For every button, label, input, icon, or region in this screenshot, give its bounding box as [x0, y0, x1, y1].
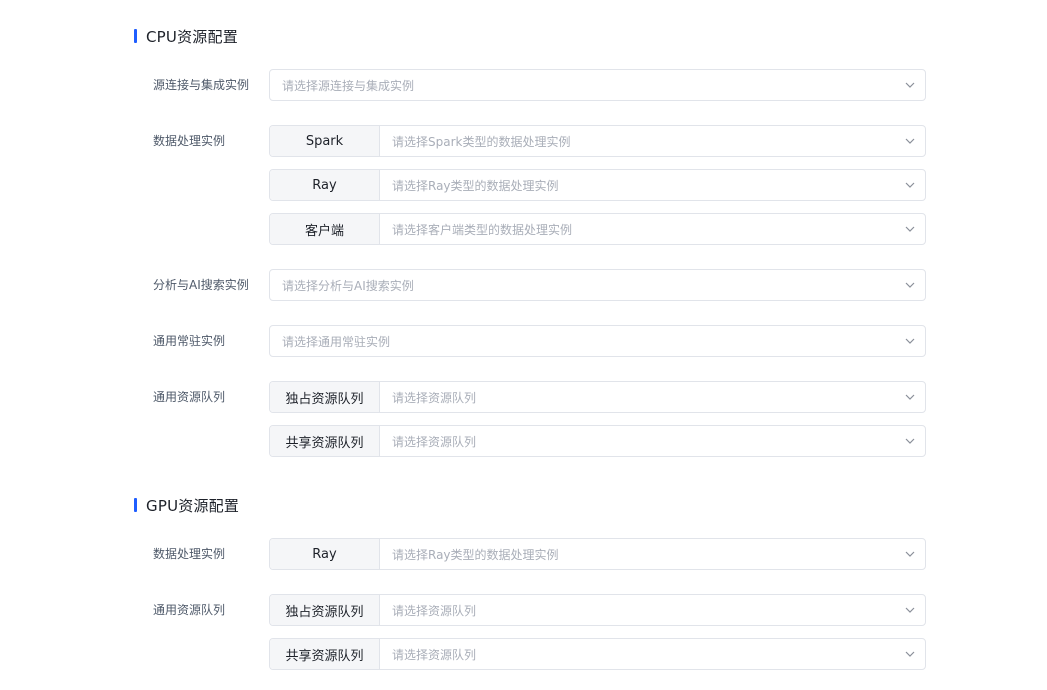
chevron-down-icon	[895, 170, 925, 200]
chevron-down-icon	[895, 270, 925, 300]
resident-instance-select[interactable]: 请选择通用常驻实例	[269, 325, 926, 357]
shared-queue-addon: 共享资源队列	[270, 426, 380, 456]
section-accent-bar	[134, 29, 137, 43]
gpu-section-title: GPU资源配置	[134, 495, 239, 515]
gpu-ray-instance-select[interactable]: Ray 请选择Ray类型的数据处理实例	[269, 538, 926, 570]
source-instance-label: 源连接与集成实例	[153, 78, 250, 92]
ray-instance-select[interactable]: Ray 请选择Ray类型的数据处理实例	[269, 169, 926, 201]
chevron-down-icon	[895, 70, 925, 100]
ray-addon: Ray	[270, 170, 380, 200]
gpu-shared-queue-addon: 共享资源队列	[270, 639, 380, 669]
spark-addon: Spark	[270, 126, 380, 156]
exclusive-queue-addon: 独占资源队列	[270, 382, 380, 412]
ray-instance-placeholder: 请选择Ray类型的数据处理实例	[392, 178, 559, 193]
section-accent-bar	[134, 498, 137, 512]
chevron-down-icon	[895, 382, 925, 412]
chevron-down-icon	[895, 426, 925, 456]
gpu-ray-instance-placeholder: 请选择Ray类型的数据处理实例	[392, 547, 559, 562]
gpu-shared-queue-placeholder: 请选择资源队列	[392, 647, 477, 662]
chevron-down-icon	[895, 214, 925, 244]
gpu-exclusive-queue-addon: 独占资源队列	[270, 595, 380, 625]
analysis-instance-select[interactable]: 请选择分析与AI搜索实例	[269, 269, 926, 301]
resident-instance-placeholder: 请选择通用常驻实例	[282, 334, 391, 349]
gpu-shared-queue-select[interactable]: 共享资源队列 请选择资源队列	[269, 638, 926, 670]
chevron-down-icon	[895, 639, 925, 669]
exclusive-queue-select[interactable]: 独占资源队列 请选择资源队列	[269, 381, 926, 413]
resident-instance-label: 通用常驻实例	[153, 334, 226, 348]
source-instance-placeholder: 请选择源连接与集成实例	[282, 78, 415, 93]
source-instance-select[interactable]: 请选择源连接与集成实例	[269, 69, 926, 101]
spark-instance-placeholder: 请选择Spark类型的数据处理实例	[392, 134, 571, 149]
chevron-down-icon	[895, 539, 925, 569]
gpu-section-title-text: GPU资源配置	[146, 496, 240, 515]
client-instance-placeholder: 请选择客户端类型的数据处理实例	[392, 222, 573, 237]
shared-queue-select[interactable]: 共享资源队列 请选择资源队列	[269, 425, 926, 457]
gpu-processing-instance-label: 数据处理实例	[153, 547, 226, 561]
client-instance-select[interactable]: 客户端 请选择客户端类型的数据处理实例	[269, 213, 926, 245]
resource-config-page: CPU资源配置 源连接与集成实例 请选择源连接与集成实例 数据处理实例 Spar…	[0, 0, 1047, 690]
cpu-section-title-text: CPU资源配置	[146, 27, 238, 46]
spark-instance-select[interactable]: Spark 请选择Spark类型的数据处理实例	[269, 125, 926, 157]
analysis-instance-placeholder: 请选择分析与AI搜索实例	[282, 278, 414, 293]
gpu-exclusive-queue-select[interactable]: 独占资源队列 请选择资源队列	[269, 594, 926, 626]
client-addon: 客户端	[270, 214, 380, 244]
processing-instance-label: 数据处理实例	[153, 134, 226, 148]
shared-queue-placeholder: 请选择资源队列	[392, 434, 477, 449]
resource-queue-label: 通用资源队列	[153, 390, 226, 404]
gpu-exclusive-queue-placeholder: 请选择资源队列	[392, 603, 477, 618]
cpu-section-title: CPU资源配置	[134, 26, 238, 46]
chevron-down-icon	[895, 326, 925, 356]
gpu-resource-queue-label: 通用资源队列	[153, 603, 226, 617]
gpu-ray-addon: Ray	[270, 539, 380, 569]
analysis-instance-label: 分析与AI搜索实例	[153, 278, 249, 292]
chevron-down-icon	[895, 595, 925, 625]
chevron-down-icon	[895, 126, 925, 156]
exclusive-queue-placeholder: 请选择资源队列	[392, 390, 477, 405]
